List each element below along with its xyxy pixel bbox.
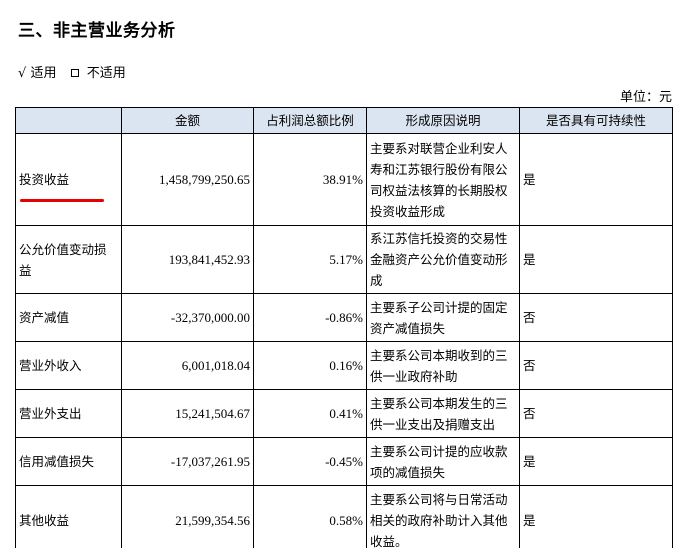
header-cell: 金额: [121, 107, 254, 134]
red-underline-annotation: [20, 199, 104, 202]
header-cell: 占利润总额比例: [253, 107, 367, 134]
reason-cell: 主要系公司本期收到的三供一业政府补助: [366, 341, 520, 390]
amount-cell: 15,241,504.67: [121, 389, 254, 438]
row-label: 其他收益: [15, 485, 122, 548]
non-core-business-table: 金额 占利润总额比例 形成原因说明 是否具有可持续性 投资收益 1,458,79…: [15, 107, 673, 548]
ratio-cell: 0.41%: [253, 389, 367, 438]
amount-cell: 193,841,452.93: [121, 225, 254, 294]
table-row: 公允价值变动损益 193,841,452.93 5.17% 系江苏信托投资的交易…: [15, 225, 673, 294]
sustainability-cell: 否: [519, 389, 673, 438]
table-row: 信用减值损失 -17,037,261.95 -0.45% 主要系公司计提的应收款…: [15, 437, 673, 486]
amount-cell: 6,001,018.04: [121, 341, 254, 390]
reason-cell: 主要系公司本期发生的三供一业支出及捐赠支出: [366, 389, 520, 438]
document-page: 三、非主营业务分析 √ 适用 不适用 单位：元 金额 占利润总额比例 形成原因说…: [0, 0, 678, 548]
header-cell: [15, 107, 122, 134]
table-row: 营业外支出 15,241,504.67 0.41% 主要系公司本期发生的三供一业…: [15, 389, 673, 438]
header-cell: 形成原因说明: [366, 107, 520, 134]
applicability-options: √ 适用 不适用: [18, 62, 126, 81]
row-label: 营业外收入: [15, 341, 122, 390]
sustainability-cell: 是: [519, 225, 673, 294]
table-row: 营业外收入 6,001,018.04 0.16% 主要系公司本期收到的三供一业政…: [15, 341, 673, 390]
table-row: 资产减值 -32,370,000.00 -0.86% 主要系子公司计提的固定资产…: [15, 293, 673, 342]
header-cell: 是否具有可持续性: [519, 107, 673, 134]
unit-label: 单位：元: [619, 90, 672, 105]
sustainability-cell: 是: [519, 485, 673, 548]
checked-mark: √: [18, 66, 27, 81]
row-label: 信用减值损失: [15, 437, 122, 486]
sustainability-cell: 是: [519, 437, 673, 486]
sustainability-cell: 是: [519, 133, 673, 226]
reason-cell: 主要系对联营企业利安人寿和江苏银行股份有限公司权益法核算的长期股权投资收益形成: [366, 133, 520, 226]
ratio-cell: -0.86%: [253, 293, 367, 342]
table-row: 投资收益 1,458,799,250.65 38.91% 主要系对联营企业利安人…: [15, 133, 673, 226]
unchecked-box-icon: [70, 69, 79, 77]
applicable-label: 适用: [30, 66, 57, 81]
row-label: 营业外支出: [15, 389, 122, 438]
ratio-cell: 5.17%: [253, 225, 367, 294]
table-row: 其他收益 21,599,354.56 0.58% 主要系公司将与日常活动相关的政…: [15, 485, 673, 548]
sustainability-cell: 否: [519, 293, 673, 342]
ratio-cell: -0.45%: [253, 437, 367, 486]
row-label: 资产减值: [15, 293, 122, 342]
amount-cell: 1,458,799,250.65: [121, 133, 254, 226]
row-label: 公允价值变动损益: [15, 225, 122, 294]
ratio-cell: 0.16%: [253, 341, 367, 390]
reason-cell: 主要系子公司计提的固定资产减值损失: [366, 293, 520, 342]
section-heading: 三、非主营业务分析: [18, 21, 176, 41]
table-header-row: 金额 占利润总额比例 形成原因说明 是否具有可持续性: [15, 107, 673, 134]
reason-cell: 系江苏信托投资的交易性金融资产公允价值变动形成: [366, 225, 520, 294]
ratio-cell: 0.58%: [253, 485, 367, 548]
sustainability-cell: 否: [519, 341, 673, 390]
ratio-cell: 38.91%: [253, 133, 367, 226]
row-label: 投资收益: [15, 133, 122, 226]
reason-cell: 主要系公司将与日常活动相关的政府补助计入其他收益。: [366, 485, 520, 548]
not-applicable-label: 不适用: [86, 66, 126, 81]
reason-cell: 主要系公司计提的应收款项的减值损失: [366, 437, 520, 486]
amount-cell: -17,037,261.95: [121, 437, 254, 486]
amount-cell: -32,370,000.00: [121, 293, 254, 342]
amount-cell: 21,599,354.56: [121, 485, 254, 548]
